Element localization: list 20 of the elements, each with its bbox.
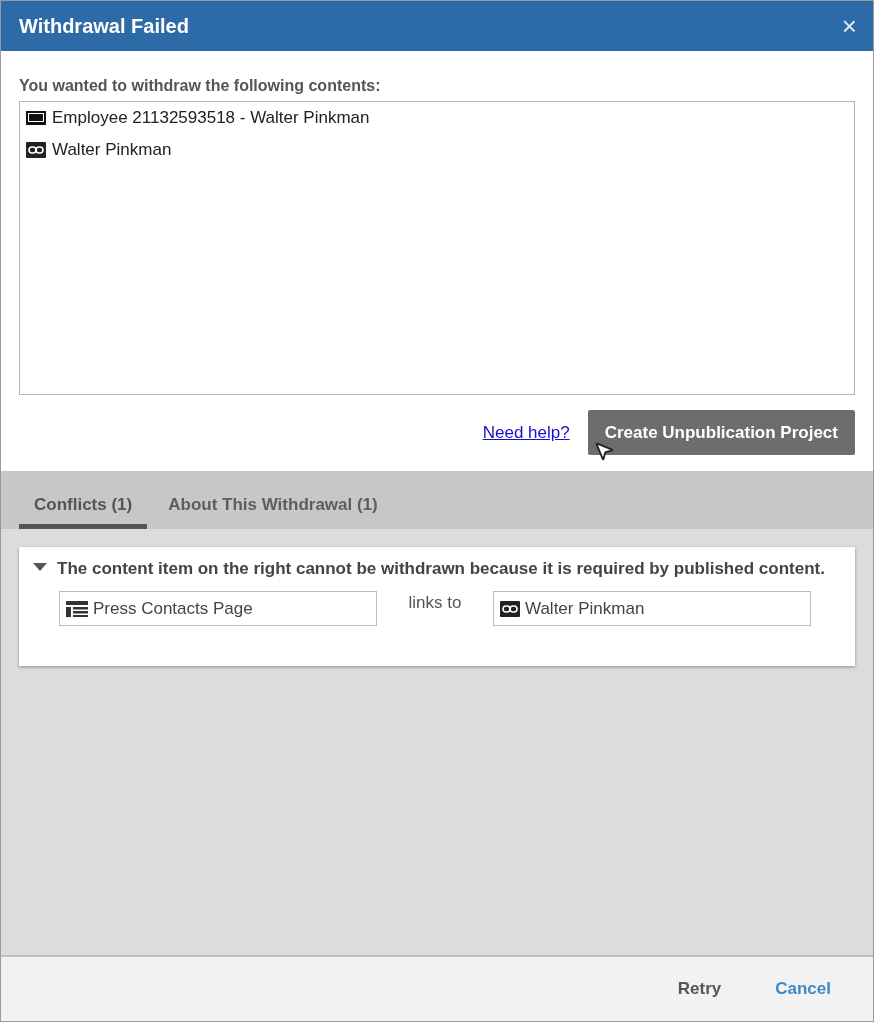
window-title: Withdrawal Failed (19, 14, 189, 38)
monitor-icon (26, 111, 46, 125)
cancel-button[interactable]: Cancel (769, 978, 837, 1000)
contents-label: You wanted to withdraw the following contents: (19, 77, 382, 95)
help-link[interactable]: Need help? (482, 422, 570, 443)
create-project-button[interactable]: Create Unpublication Project (587, 410, 855, 455)
source-field: Press Contacts Page (59, 591, 377, 626)
retry-button[interactable]: Retry (671, 978, 728, 1000)
link-icon (26, 142, 46, 158)
pointer-cursor-icon (593, 440, 615, 462)
collapse-caret-icon[interactable] (33, 563, 47, 571)
close-button[interactable]: × (841, 13, 857, 39)
content-item[interactable]: Walter Pinkman (52, 140, 172, 160)
content-item[interactable]: Employee 21132593518 - Walter Pinkman (52, 108, 370, 128)
page-layout-icon (66, 600, 88, 617)
link-icon (500, 600, 520, 617)
target-field: Walter Pinkman (493, 591, 811, 626)
tab[interactable]: About This Withdrawal (1) (153, 471, 393, 529)
relation-label: links to (407, 592, 463, 613)
conflict-message: The content item on the right cannot be withdrawn because it is required by published content. (57, 558, 825, 580)
